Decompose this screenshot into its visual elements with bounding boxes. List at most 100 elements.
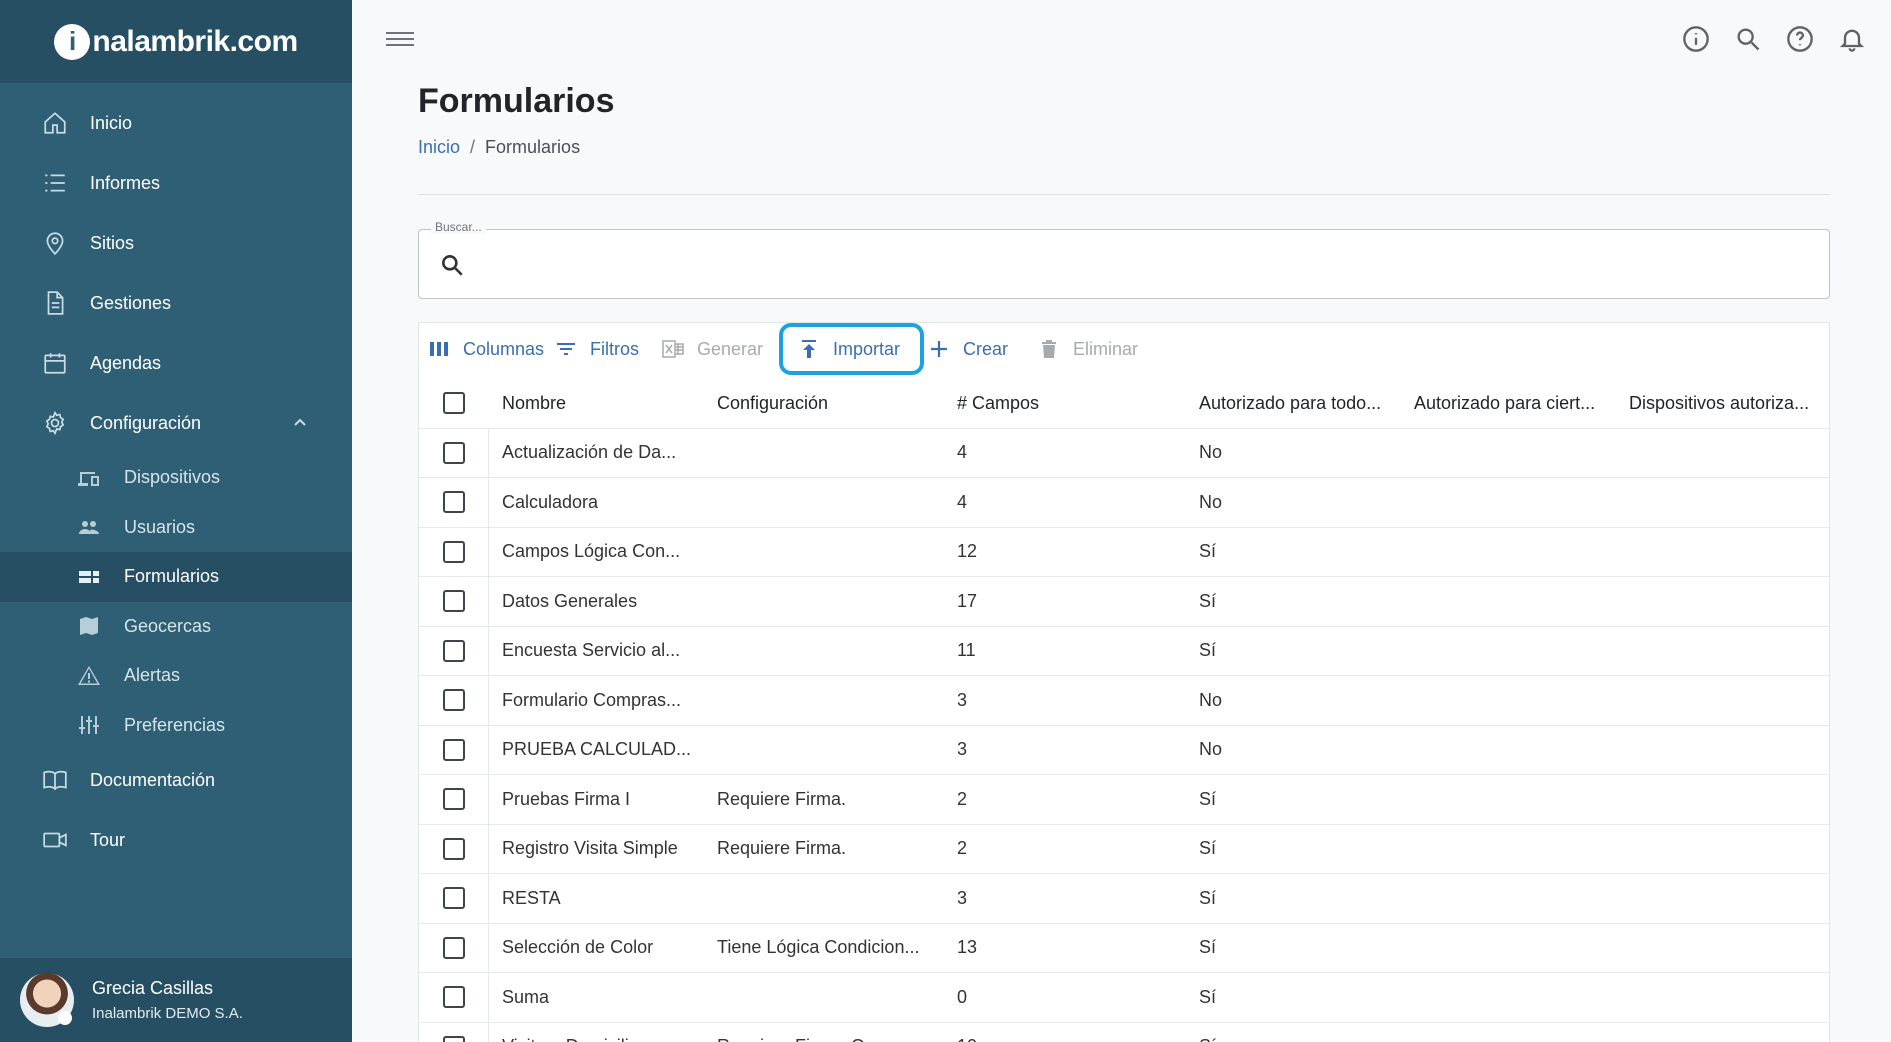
search-input[interactable]	[479, 244, 1809, 286]
sidebar-item-tour[interactable]: Tour	[0, 810, 352, 870]
column-header-dispositivos[interactable]: Dispositivos autoriza...	[1629, 379, 1829, 428]
table-row[interactable]: Formulario Compras... 3 No	[419, 676, 1829, 726]
sidebar-item-sitios[interactable]: Sitios	[0, 213, 352, 273]
brand-logo[interactable]: i nalambrik.com	[54, 23, 298, 60]
create-label: Crear	[963, 338, 1009, 359]
cell-nombre: Suma	[502, 986, 550, 1007]
cell-campos: 3	[957, 739, 968, 760]
table-row[interactable]: RESTA 3 Sí	[419, 874, 1829, 924]
create-button[interactable]: Crear	[927, 337, 1008, 361]
video-icon	[40, 825, 70, 855]
column-header-campos[interactable]: # Campos	[957, 379, 1187, 428]
table-row[interactable]: Suma 0 Sí	[419, 973, 1829, 1023]
cell-campos: 3	[957, 887, 968, 908]
user-name: Grecia Casillas	[92, 978, 214, 998]
user-profile[interactable]: Grecia Casillas Inalambrik DEMO S.A.	[0, 958, 352, 1042]
info-icon[interactable]	[1681, 24, 1711, 54]
filters-label: Filtros	[590, 338, 639, 359]
column-header-autorizado-todos[interactable]: Autorizado para todo...	[1199, 379, 1404, 428]
column-header-autorizado-ciertos[interactable]: Autorizado para ciert...	[1414, 379, 1619, 428]
sidebar-item-formularios[interactable]: Formularios	[0, 552, 352, 602]
table-row[interactable]: Selección de Color Tiene Lógica Condicio…	[419, 923, 1829, 973]
table-row[interactable]: Actualización de Da... 4 No	[419, 428, 1829, 478]
table-row[interactable]: Encuesta Servicio al... 11 Sí	[419, 626, 1829, 676]
upload-icon	[802, 340, 816, 358]
column-header-configuracion[interactable]: Configuración	[717, 379, 947, 428]
row-checkbox[interactable]	[442, 491, 465, 514]
hamburger-menu-icon[interactable]	[386, 28, 414, 52]
bell-icon[interactable]	[1837, 24, 1867, 54]
cell-autorizado-todos: Sí	[1199, 788, 1217, 809]
breadcrumb-current: Formularios	[485, 137, 581, 157]
cell-autorizado-todos: Sí	[1199, 887, 1217, 908]
table-row[interactable]: Registro Visita Simple Requiere Firma. 2…	[419, 824, 1829, 874]
row-select-cell	[419, 478, 489, 527]
row-checkbox[interactable]	[442, 639, 465, 662]
help-icon[interactable]	[1785, 24, 1815, 54]
delete-label: Eliminar	[1073, 338, 1139, 359]
table-row[interactable]: Calculadora 4 No	[419, 478, 1829, 528]
table-row[interactable]: Datos Generales 17 Sí	[419, 577, 1829, 627]
cell-nombre: Campos Lógica Con...	[502, 541, 681, 562]
column-header-nombre[interactable]: Nombre	[502, 379, 712, 428]
cell-campos: 4	[957, 442, 968, 463]
sidebar-item-label: Preferencias	[124, 714, 226, 735]
table-row[interactable]: Visita a Domicilio Requiere Firma. Q... …	[419, 1022, 1829, 1042]
plus-icon	[931, 341, 947, 357]
cell-autorizado-todos: Sí	[1199, 1023, 1404, 1042]
sidebar-item-label: Configuración	[90, 412, 202, 433]
row-checkbox[interactable]	[442, 986, 465, 1009]
row-checkbox[interactable]	[442, 936, 465, 959]
generate-button[interactable]: Generar	[661, 337, 763, 361]
row-checkbox[interactable]	[442, 590, 465, 613]
cell-campos: 4	[957, 491, 968, 512]
row-select-cell	[419, 874, 489, 923]
sidebar-item-label: Agendas	[90, 352, 162, 373]
sidebar-item-alertas[interactable]: Alertas	[0, 651, 352, 701]
table-row[interactable]: Pruebas Firma I Requiere Firma. 2 Sí	[419, 775, 1829, 825]
cell-campos: 13	[957, 937, 978, 958]
select-all-cell	[419, 379, 489, 428]
row-checkbox[interactable]	[442, 788, 465, 811]
sidebar-item-documentacion[interactable]: Documentación	[0, 750, 352, 810]
sidebar-item-usuarios[interactable]: Usuarios	[0, 503, 352, 553]
sidebar-item-geocercas[interactable]: Geocercas	[0, 602, 352, 652]
cell-configuracion	[717, 429, 947, 478]
sidebar-item-dispositivos[interactable]: Dispositivos	[0, 453, 352, 503]
sidebar-item-configuracion[interactable]: Configuración	[0, 393, 352, 453]
sidebar-item-informes[interactable]: Informes	[0, 153, 352, 213]
columns-button[interactable]: Columnas	[427, 337, 544, 361]
import-button[interactable]: Importar	[779, 323, 925, 375]
forms-table: Columnas Filtros Generar Importar Crear …	[418, 322, 1830, 1042]
row-checkbox[interactable]	[442, 689, 465, 712]
select-all-checkbox[interactable]	[443, 392, 465, 415]
row-checkbox[interactable]	[442, 887, 465, 910]
search-icon[interactable]	[1733, 24, 1763, 54]
cell-nombre: RESTA	[502, 887, 561, 908]
sidebar-item-preferencias[interactable]: Preferencias	[0, 701, 352, 751]
sidebar-item-label: Usuarios	[124, 516, 196, 537]
chevron-up-icon[interactable]	[292, 415, 308, 436]
table-row[interactable]: Campos Lógica Con... 12 Sí	[419, 527, 1829, 577]
row-checkbox[interactable]	[442, 1035, 465, 1042]
filters-button[interactable]: Filtros	[554, 337, 639, 361]
cell-nombre: Datos Generales	[502, 590, 638, 611]
cell-autorizado-todos: No	[1199, 739, 1223, 760]
cell-nombre: Calculadora	[502, 491, 599, 512]
sidebar-item-gestiones[interactable]: Gestiones	[0, 273, 352, 333]
search-box: Buscar...	[418, 220, 1830, 299]
user-info: Grecia Casillas Inalambrik DEMO S.A.	[92, 978, 243, 1022]
delete-button[interactable]: Eliminar	[1037, 337, 1138, 361]
sidebar-item-inicio[interactable]: Inicio	[0, 93, 352, 153]
breadcrumb-home-link[interactable]: Inicio	[418, 137, 460, 157]
row-checkbox[interactable]	[442, 441, 465, 464]
table-row[interactable]: PRUEBA CALCULAD... 3 No	[419, 725, 1829, 775]
cell-configuracion	[717, 874, 947, 923]
row-select-cell	[419, 923, 489, 972]
sidebar-item-label: Sitios	[90, 232, 135, 253]
cell-configuracion	[717, 478, 947, 527]
sidebar-item-agendas[interactable]: Agendas	[0, 333, 352, 393]
row-checkbox[interactable]	[442, 738, 465, 761]
row-checkbox[interactable]	[442, 540, 465, 563]
row-checkbox[interactable]	[442, 837, 465, 860]
